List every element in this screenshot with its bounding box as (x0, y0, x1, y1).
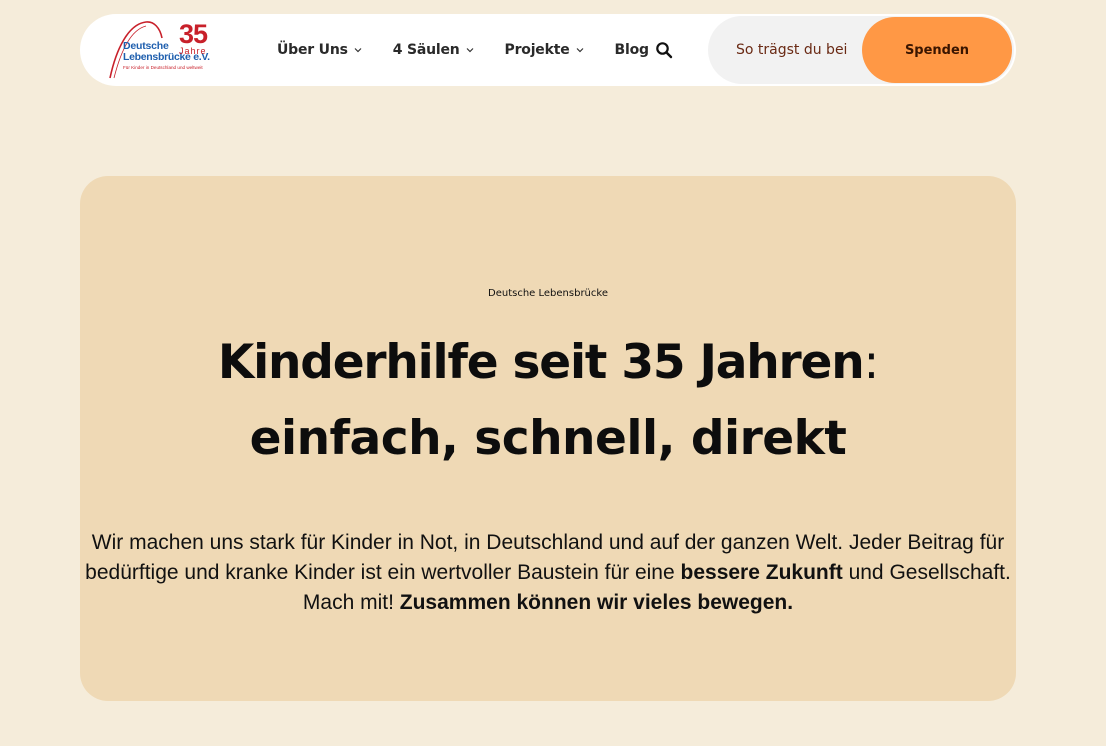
chevron-down-icon (354, 48, 362, 53)
hero-title: Kinderhilfe seit 35 Jahren: (80, 334, 1016, 392)
chevron-down-icon (466, 48, 473, 53)
nav-item-projekte[interactable]: Projekte (505, 42, 584, 58)
hero-title-colon: : (863, 335, 879, 390)
nav-item-ueber-uns[interactable]: Über Uns (277, 42, 362, 58)
nav-item-label: 4 Säulen (392, 42, 460, 58)
site-header: Deutsche Lebensbrücke e.V. 35 Jahre Für … (80, 14, 1016, 86)
cta-pill: So trägst du bei Spenden (708, 16, 1014, 84)
hero-title-bold: Kinderhilfe seit 35 Jahren (217, 335, 865, 390)
how-to-help-link[interactable]: So trägst du bei (736, 16, 847, 84)
logo-years-label: Jahre (179, 46, 207, 56)
main-nav: Über Uns 4 Säulen Projekte Blog (277, 14, 680, 86)
hero-section: Deutsche Lebensbrücke Kinderhilfe seit 3… (80, 176, 1016, 701)
nav-item-label: Über Uns (277, 42, 348, 58)
hero-eyebrow: Deutsche Lebensbrücke (488, 288, 608, 299)
nav-item-4-saeulen[interactable]: 4 Säulen (393, 42, 474, 58)
nav-item-blog[interactable]: Blog (614, 42, 650, 58)
nav-item-label: Projekte (504, 42, 570, 58)
search-icon[interactable] (655, 41, 673, 59)
donate-button[interactable]: Spenden (862, 17, 1012, 83)
description-bold: Zusammen können wir vieles bewegen. (399, 591, 794, 614)
description-bold: bessere Zukunft (680, 561, 843, 584)
hero-description: Wir machen uns stark für Kinder in Not, … (80, 528, 1016, 618)
logo[interactable]: Deutsche Lebensbrücke e.V. 35 Jahre Für … (108, 19, 218, 80)
nav-item-label: Blog (614, 42, 650, 58)
chevron-down-icon (576, 48, 583, 53)
hero-subtitle: einfach, schnell, direkt (249, 411, 847, 466)
logo-tagline: Für Kinder in Deutschland und weltweit (123, 65, 203, 70)
